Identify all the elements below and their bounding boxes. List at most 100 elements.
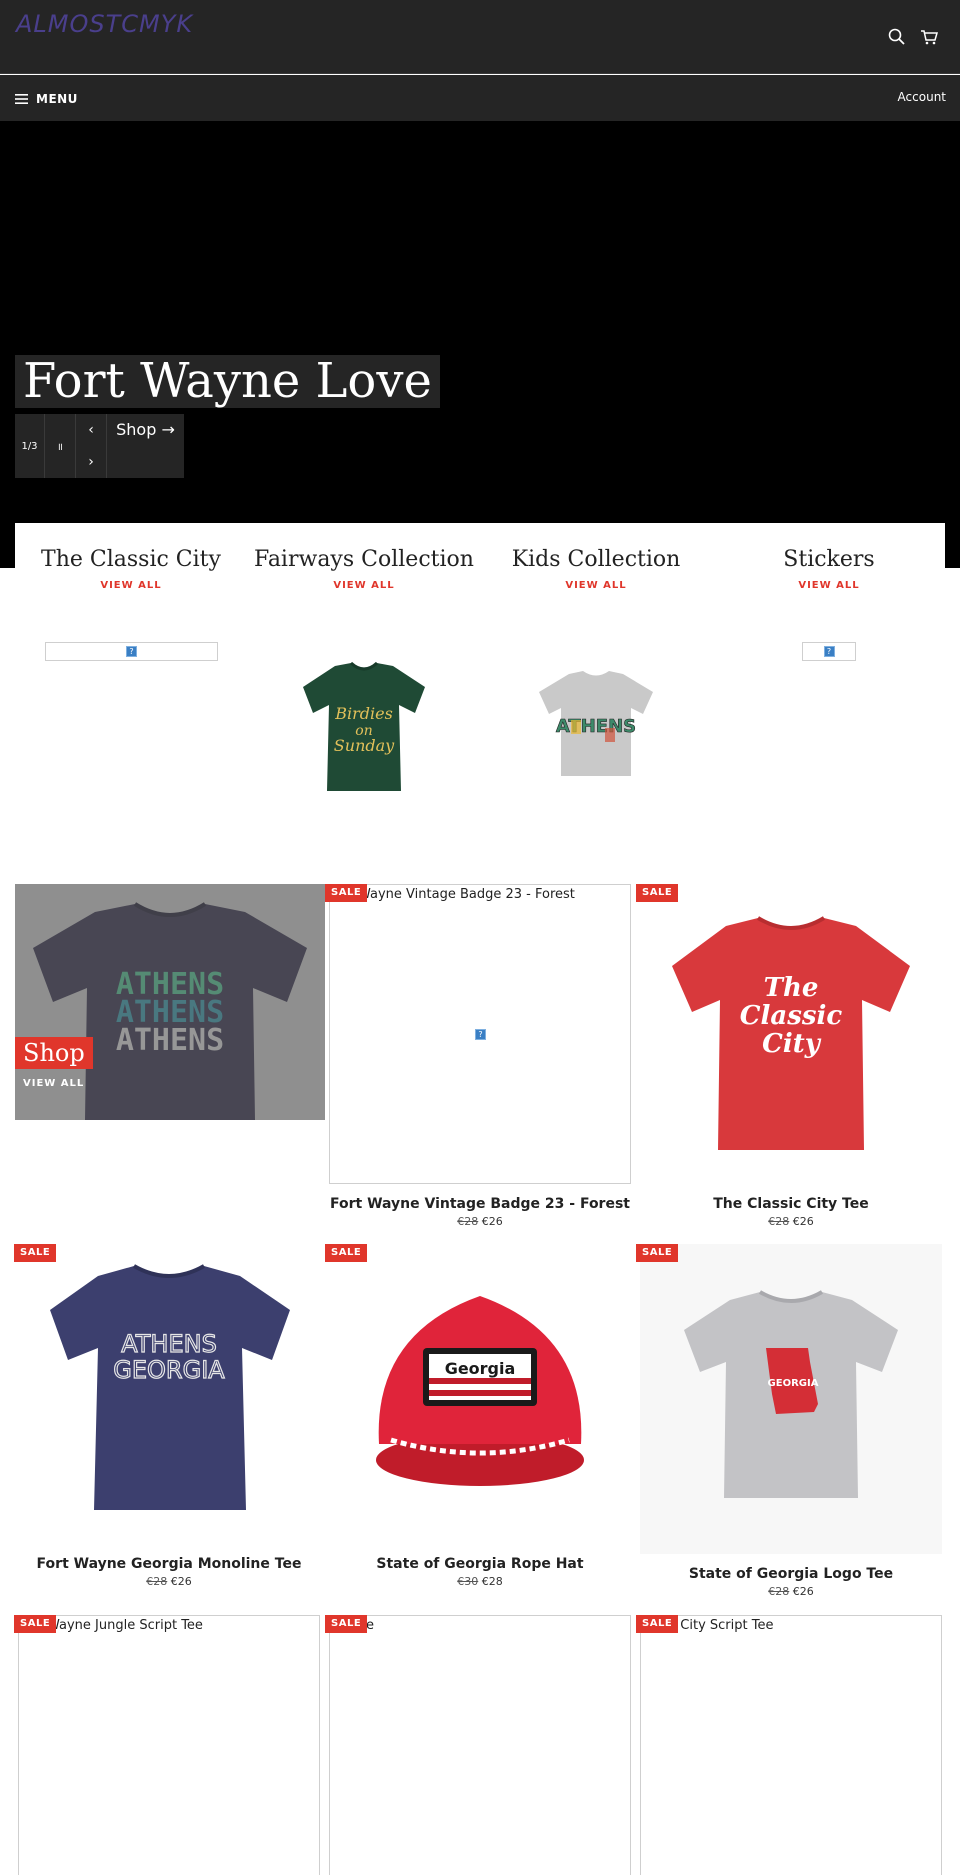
product-card[interactable]: ATHENS GEORGIA SALE Fort Wayne Georgia M… (14, 1244, 320, 1588)
slide-arrows: ‹ › (76, 414, 107, 478)
collection-stickers[interactable]: Stickers VIEW ALL (713, 523, 945, 591)
menu-label: MENU (36, 92, 78, 106)
product-name: The Classic City Tee (713, 1196, 869, 1212)
pause-button[interactable]: ॥ (45, 414, 76, 478)
nav-bar: MENU Account (0, 75, 960, 121)
product-price: €28 €26 (329, 1215, 631, 1228)
original-price: €30 (457, 1575, 479, 1588)
image-alt-text: Wayne Jungle Script Tee (47, 1618, 203, 1633)
collection-classic-city[interactable]: The Classic City VIEW ALL (15, 523, 247, 591)
product-card[interactable]: c City Script Tee SALE (636, 1615, 942, 1875)
broken-image-icon: ? (475, 1029, 486, 1040)
shirt-text-line-2: GEORGIA (113, 1356, 225, 1384)
product-image: Wayne Vintage Badge 23 - Forest ? (329, 884, 631, 1184)
collection-kids[interactable]: Kids Collection VIEW ALL (480, 523, 712, 591)
next-slide-button[interactable]: › (76, 446, 107, 478)
collection-title: Kids Collection (511, 547, 681, 572)
product-card[interactable]: ee SALE (325, 1615, 631, 1875)
svg-text:Sunday: Sunday (334, 736, 395, 755)
svg-text:ATHENS: ATHENS (556, 716, 636, 737)
search-icon[interactable] (886, 26, 908, 48)
image-alt-text: Wayne Vintage Badge 23 - Forest (358, 887, 575, 902)
sale-price: €26 (170, 1575, 192, 1588)
product-card[interactable]: The Classic City SALE The Classic City T… (636, 884, 942, 1228)
menu-button[interactable]: MENU (15, 89, 78, 109)
view-all-link[interactable]: VIEW ALL (713, 580, 945, 591)
sale-badge: SALE (636, 1615, 679, 1633)
broken-image-icon: ? (45, 642, 218, 661)
product-image: ee (329, 1615, 631, 1875)
sale-badge: SALE (325, 884, 368, 902)
product-name: Fort Wayne Georgia Monoline Tee (36, 1556, 302, 1572)
cart-icon[interactable] (918, 26, 940, 48)
site-header: ALMOSTCMYK (0, 0, 960, 74)
sale-badge: SALE (636, 884, 679, 902)
product-name: State of Georgia Rope Hat (376, 1556, 584, 1572)
image-alt-text: c City Script Tee (669, 1618, 774, 1633)
original-price: €28 (146, 1575, 168, 1588)
product-image: The Classic City (640, 884, 942, 1184)
product-price: €28 €26 (640, 1215, 942, 1228)
sale-price: €26 (792, 1215, 814, 1228)
product-name: State of Georgia Logo Tee (688, 1566, 894, 1582)
collection-title: The Classic City (41, 547, 221, 572)
collection-title: Fairways Collection (254, 547, 474, 572)
product-card[interactable]: Wayne Jungle Script Tee SALE (14, 1615, 320, 1875)
sale-badge: SALE (325, 1615, 368, 1633)
shirt-text-line-3: City (762, 1029, 822, 1059)
kids-tshirt-image[interactable]: ATHENS (531, 668, 661, 780)
product-image: Georgia (329, 1244, 631, 1544)
product-image: GEORGIA (640, 1244, 942, 1554)
prev-slide-button[interactable]: ‹ (76, 414, 107, 446)
sale-badge: SALE (325, 1244, 368, 1262)
product-image: c City Script Tee (640, 1615, 942, 1875)
broken-image-icon: ? (802, 642, 856, 661)
account-link[interactable]: Account (898, 90, 946, 104)
sale-price: €28 (481, 1575, 503, 1588)
product-name: Fort Wayne Vintage Badge 23 - Forest (329, 1196, 630, 1212)
product-card[interactable]: Wayne Vintage Badge 23 - Forest ? SALE F… (325, 884, 631, 1228)
sale-badge: SALE (636, 1244, 679, 1262)
collection-list: The Classic City VIEW ALL ? Fairways Col… (15, 523, 945, 843)
navy-tshirt-image: ATHENS GEORGIA (50, 1264, 290, 1510)
original-price: €28 (768, 1585, 790, 1598)
hat-patch-text: Georgia (445, 1359, 516, 1378)
product-card[interactable]: Georgia SALE State of Georgia Rope Hat €… (325, 1244, 631, 1588)
product-price: €28 €26 (18, 1575, 320, 1588)
sale-price: €26 (481, 1215, 503, 1228)
site-logo[interactable]: ALMOSTCMYK (16, 10, 193, 38)
slide-counter: 1/3 (15, 414, 45, 478)
sale-price: €26 (792, 1585, 814, 1598)
collection-fairways[interactable]: Fairways Collection VIEW ALL (248, 523, 480, 591)
gray-tshirt-image: GEORGIA (684, 1290, 898, 1498)
view-all-link[interactable]: VIEW ALL (248, 580, 480, 591)
product-card[interactable]: GEORGIA SALE State of Georgia Logo Tee €… (636, 1244, 942, 1598)
promo-shop-label: Shop (15, 1037, 93, 1069)
product-price: €30 €28 (329, 1575, 631, 1588)
product-image: ATHENS GEORGIA (18, 1244, 320, 1544)
shirt-text-line-2: Classic (740, 1001, 843, 1031)
sale-badge: SALE (14, 1615, 57, 1633)
promo-tile[interactable]: ATHENS ATHENS ATHENS Shop VIEW ALL (15, 884, 325, 1120)
sale-badge: SALE (14, 1244, 57, 1262)
view-all-link[interactable]: VIEW ALL (480, 580, 712, 591)
shirt-text-line-1: ATHENS (121, 1330, 217, 1358)
svg-text:Birdies: Birdies (334, 704, 393, 723)
slide-controls: 1/3 ॥ ‹ › Shop → (15, 414, 184, 478)
original-price: €28 (457, 1215, 479, 1228)
shirt-graphic-text: GEORGIA (768, 1378, 819, 1389)
hero-title: Fort Wayne Love (15, 355, 440, 408)
hero-slideshow: Fort Wayne Love 1/3 ॥ ‹ › Shop → (0, 121, 960, 568)
original-price: €28 (768, 1215, 790, 1228)
hamburger-icon (15, 94, 28, 104)
product-image: Wayne Jungle Script Tee (18, 1615, 320, 1875)
green-tshirt-image[interactable]: Birdies on Sunday (293, 661, 435, 795)
shirt-text-line-1: The (764, 973, 819, 1003)
promo-view-all[interactable]: VIEW ALL (23, 1078, 84, 1089)
view-all-link[interactable]: VIEW ALL (15, 580, 247, 591)
red-tshirt-image: The Classic City (672, 916, 910, 1150)
product-price: €28 €26 (640, 1585, 942, 1598)
collection-title: Stickers (783, 547, 875, 572)
red-hat-image: Georgia (376, 1296, 584, 1486)
hero-shop-button[interactable]: Shop → (107, 414, 184, 478)
